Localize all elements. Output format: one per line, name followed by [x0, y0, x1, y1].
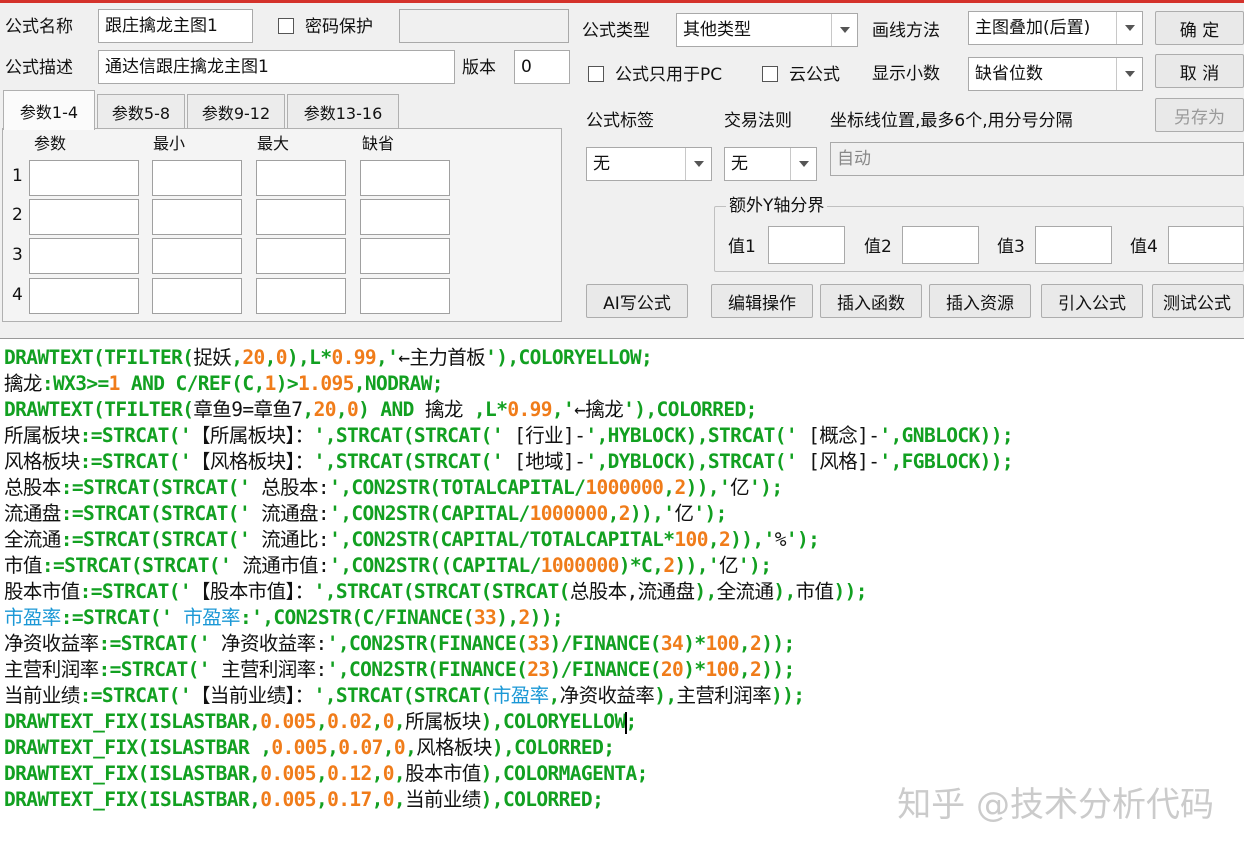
- formula-desc-input[interactable]: 通达信跟庄擒龙主图1: [98, 50, 455, 84]
- tab-params-5-8[interactable]: 参数5-8: [97, 94, 185, 128]
- chevron-down-icon[interactable]: [685, 148, 711, 180]
- tab-params-13-16[interactable]: 参数13-16: [287, 94, 399, 128]
- trade-rule-value: 无: [731, 154, 748, 174]
- param2-name-input[interactable]: [29, 199, 139, 235]
- chevron-down-icon[interactable]: [1116, 58, 1142, 90]
- param2-default-input[interactable]: [360, 199, 450, 235]
- cloud-label: 云公式: [789, 65, 840, 85]
- draw-method-label: 画线方法: [872, 21, 940, 41]
- chevron-down-icon[interactable]: [831, 14, 857, 46]
- formula-tag-value: 无: [593, 154, 610, 174]
- col-param-header: 参数: [34, 134, 67, 153]
- value4-label: 值4: [1130, 237, 1158, 257]
- value4-input[interactable]: [1168, 226, 1244, 264]
- edit-operation-button[interactable]: 编辑操作: [711, 284, 813, 318]
- param1-min-input[interactable]: [152, 160, 242, 196]
- test-formula-button[interactable]: 测试公式: [1152, 284, 1244, 318]
- param3-min-input[interactable]: [152, 238, 242, 274]
- param4-min-input[interactable]: [152, 278, 242, 314]
- code-text: DRAWTEXT(TFILTER(捉妖,20,0),L*0.99,'←主力首板'…: [4, 346, 1014, 811]
- decimals-label: 显示小数: [872, 64, 940, 84]
- ok-button[interactable]: 确 定: [1155, 11, 1244, 45]
- value2-input[interactable]: [902, 226, 979, 264]
- value3-label: 值3: [997, 237, 1025, 257]
- formula-tag-label: 公式标签: [586, 111, 654, 131]
- formula-name-label: 公式名称: [5, 17, 73, 37]
- import-formula-button[interactable]: 引入公式: [1041, 284, 1143, 318]
- zhihu-watermark: 知乎 @技术分析代码: [897, 785, 1214, 825]
- cancel-button[interactable]: 取 消: [1155, 54, 1244, 88]
- param1-default-input[interactable]: [360, 160, 450, 196]
- version-label: 版本: [462, 58, 496, 78]
- extra-y-axis-label: 额外Y轴分界: [726, 196, 828, 216]
- param4-default-input[interactable]: [360, 278, 450, 314]
- insert-function-button[interactable]: 插入函数: [820, 284, 922, 318]
- chevron-down-icon[interactable]: [1116, 12, 1142, 44]
- formula-code-editor[interactable]: DRAWTEXT(TFILTER(捉妖,20,0),L*0.99,'←主力首板'…: [0, 338, 1244, 856]
- draw-method-select[interactable]: 主图叠加(后置): [968, 11, 1143, 45]
- formula-type-label: 公式类型: [582, 21, 650, 41]
- cloud-checkbox[interactable]: [762, 66, 778, 82]
- param3-name-input[interactable]: [29, 238, 139, 274]
- param4-max-input[interactable]: [256, 278, 346, 314]
- formula-type-select[interactable]: 其他类型: [676, 13, 858, 47]
- ai-write-button[interactable]: AI写公式: [586, 284, 688, 318]
- pc-only-label: 公式只用于PC: [615, 65, 723, 85]
- tab-params-1-4[interactable]: 参数1-4: [3, 90, 95, 130]
- col-default-header: 缺省: [362, 134, 395, 153]
- value1-input[interactable]: [768, 226, 845, 264]
- param2-min-input[interactable]: [152, 199, 242, 235]
- password-input[interactable]: [399, 9, 569, 43]
- password-label: 密码保护: [305, 17, 373, 37]
- save-as-button[interactable]: 另存为: [1155, 98, 1244, 132]
- param4-name-input[interactable]: [29, 278, 139, 314]
- decimals-select[interactable]: 缺省位数: [968, 57, 1143, 91]
- param2-max-input[interactable]: [256, 199, 346, 235]
- formula-type-value: 其他类型: [683, 20, 751, 40]
- value2-label: 值2: [864, 237, 892, 257]
- param3-default-input[interactable]: [360, 238, 450, 274]
- decimals-value: 缺省位数: [975, 64, 1043, 84]
- insert-resource-button[interactable]: 插入资源: [929, 284, 1031, 318]
- col-max-header: 最大: [257, 134, 290, 153]
- chevron-down-icon[interactable]: [790, 148, 816, 180]
- formula-desc-label: 公式描述: [5, 58, 73, 78]
- formula-tag-select[interactable]: 无: [586, 147, 712, 181]
- row-number: 1: [12, 166, 23, 186]
- row-number: 2: [12, 205, 23, 225]
- value1-label: 值1: [728, 237, 756, 257]
- version-input[interactable]: 0: [514, 50, 570, 84]
- window-top-accent: [0, 0, 1244, 3]
- col-min-header: 最小: [153, 134, 186, 153]
- password-checkbox[interactable]: [278, 18, 294, 34]
- draw-method-value: 主图叠加(后置): [975, 18, 1091, 38]
- axis-position-label: 坐标线位置,最多6个,用分号分隔: [830, 111, 1073, 131]
- pc-only-checkbox[interactable]: [588, 66, 604, 82]
- value3-input[interactable]: [1035, 226, 1112, 264]
- trade-rule-label: 交易法则: [724, 111, 792, 131]
- tab-params-9-12[interactable]: 参数9-12: [187, 94, 285, 128]
- axis-position-input[interactable]: 自动: [830, 142, 1244, 176]
- row-number: 4: [12, 285, 23, 305]
- param1-max-input[interactable]: [256, 160, 346, 196]
- row-number: 3: [12, 245, 23, 265]
- formula-name-input[interactable]: 跟庄擒龙主图1: [98, 9, 253, 43]
- trade-rule-select[interactable]: 无: [724, 147, 817, 181]
- param3-max-input[interactable]: [256, 238, 346, 274]
- param1-name-input[interactable]: [29, 160, 139, 196]
